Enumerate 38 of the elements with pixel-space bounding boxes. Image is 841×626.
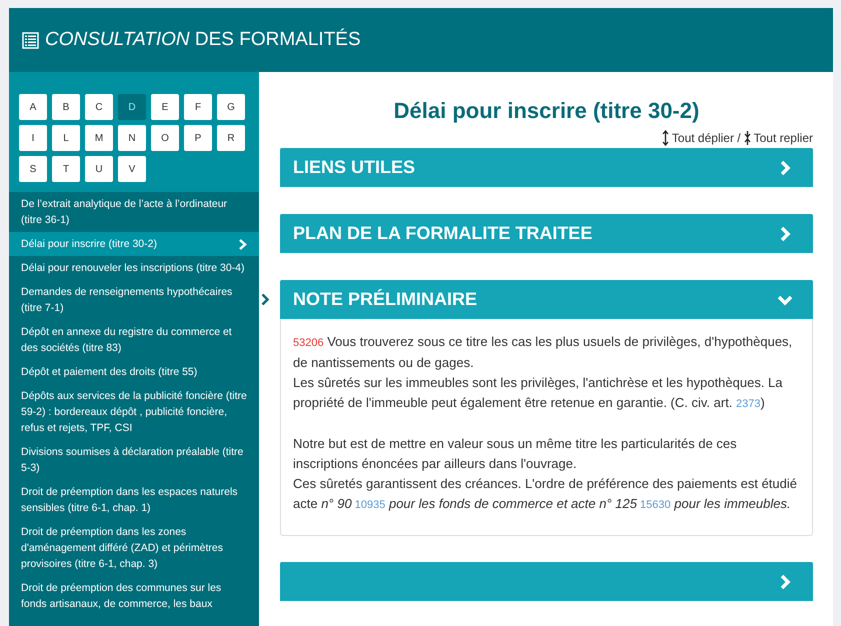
sidebar-item[interactable]: Dépôts aux services de la publicité foncière (titre 59-2) : bordereaux dépôt , publicité foncière, refus et rejets, TPF, CSI	[9, 384, 259, 440]
collapse-all-link[interactable]: Tout replier	[744, 130, 813, 146]
note-text: 53206 Vous trouverez sous ce titre les cas les plus usuels de privilèges, d'hypothèques, de nantissements ou de gages.	[293, 333, 794, 372]
sidebar-item[interactable]: Droit de préemption dans les espaces naturels sensibles (titre 6-1, chap. 1)	[9, 480, 259, 520]
letter-button[interactable]: R	[217, 125, 245, 151]
sidebar-item[interactable]: Demandes de renseignements hypothécaires (titre 7-1)	[9, 280, 259, 320]
sidebar-item[interactable]: Délai pour renouveler les inscriptions (titre 30-4)	[9, 256, 259, 280]
sidebar-item[interactable]: Délai pour inscrire (titre 30-2)	[9, 232, 259, 256]
sidebar-item[interactable]: De l’extrait analytique de l’acte à l’ordinateur (titre 36-1)	[9, 192, 259, 232]
letter-button[interactable]: I	[19, 125, 47, 151]
sidebar-item[interactable]: Dépôt en annexe du registre du commerce et des sociétés (titre 83)	[9, 320, 259, 360]
sidebar-item[interactable]: Droit de préemption des communes sur les fonds artisanaux, de commerce, les baux	[9, 576, 259, 616]
letter-button[interactable]: P	[184, 125, 212, 151]
letter-button[interactable]: G	[217, 94, 245, 120]
letter-button[interactable]: A	[19, 94, 47, 120]
letter-button[interactable]: F	[184, 94, 212, 120]
letter-button[interactable]: M	[85, 125, 113, 151]
expand-all-link[interactable]: Tout déplier /	[662, 130, 741, 146]
letter-button[interactable]: B	[52, 94, 80, 120]
note-text: Ces sûretés garantissent des créances. L'ordre de préférence des paiements est étudié acte n° 90 10935 pour les fonds de commerce et acte n° 125 15630 pour les immeubles.	[293, 475, 798, 513]
note-text: Notre but est de mettre en valeur sous un même titre les particularités de ces inscriptions énoncées par ailleurs dans l'ouvrage.	[293, 435, 738, 473]
letter-button[interactable]: D	[118, 94, 146, 120]
reference-link[interactable]: 53206	[293, 337, 324, 349]
letter-button[interactable]: C	[85, 94, 113, 120]
letter-button[interactable]: L	[52, 125, 80, 151]
letter-button[interactable]: T	[52, 156, 80, 182]
sidebar-item[interactable]: Dépôt et paiement des droits (titre 55)	[9, 360, 259, 384]
sidebar-item[interactable]: Divisions soumises à déclaration préalable (titre 5-3)	[9, 440, 259, 480]
note-text: Les sûretés sur les immeubles sont les privilèges, l'antichrèse et les hypothèques. La propriété de l'immeuble peut également être retenue en garantie. (C. civ. art. 2373)	[293, 374, 784, 412]
letter-button[interactable]: O	[151, 125, 179, 151]
letter-button[interactable]: S	[19, 156, 47, 182]
letter-button[interactable]: V	[118, 156, 146, 182]
letter-button[interactable]: U	[85, 156, 113, 182]
letter-button[interactable]: N	[118, 125, 146, 151]
letter-button[interactable]: E	[151, 94, 179, 120]
page-title: Délai pour inscrire (titre 30-2)	[392, 98, 700, 124]
app-title: CONSULTATION DES FORMALITÉS	[45, 29, 361, 51]
sidebar-item[interactable]: Droit de préemption dans les zones d'aménagement différé (ZAD) et périmètres provisoires (titre 6-1, chap. 3)	[9, 520, 259, 576]
